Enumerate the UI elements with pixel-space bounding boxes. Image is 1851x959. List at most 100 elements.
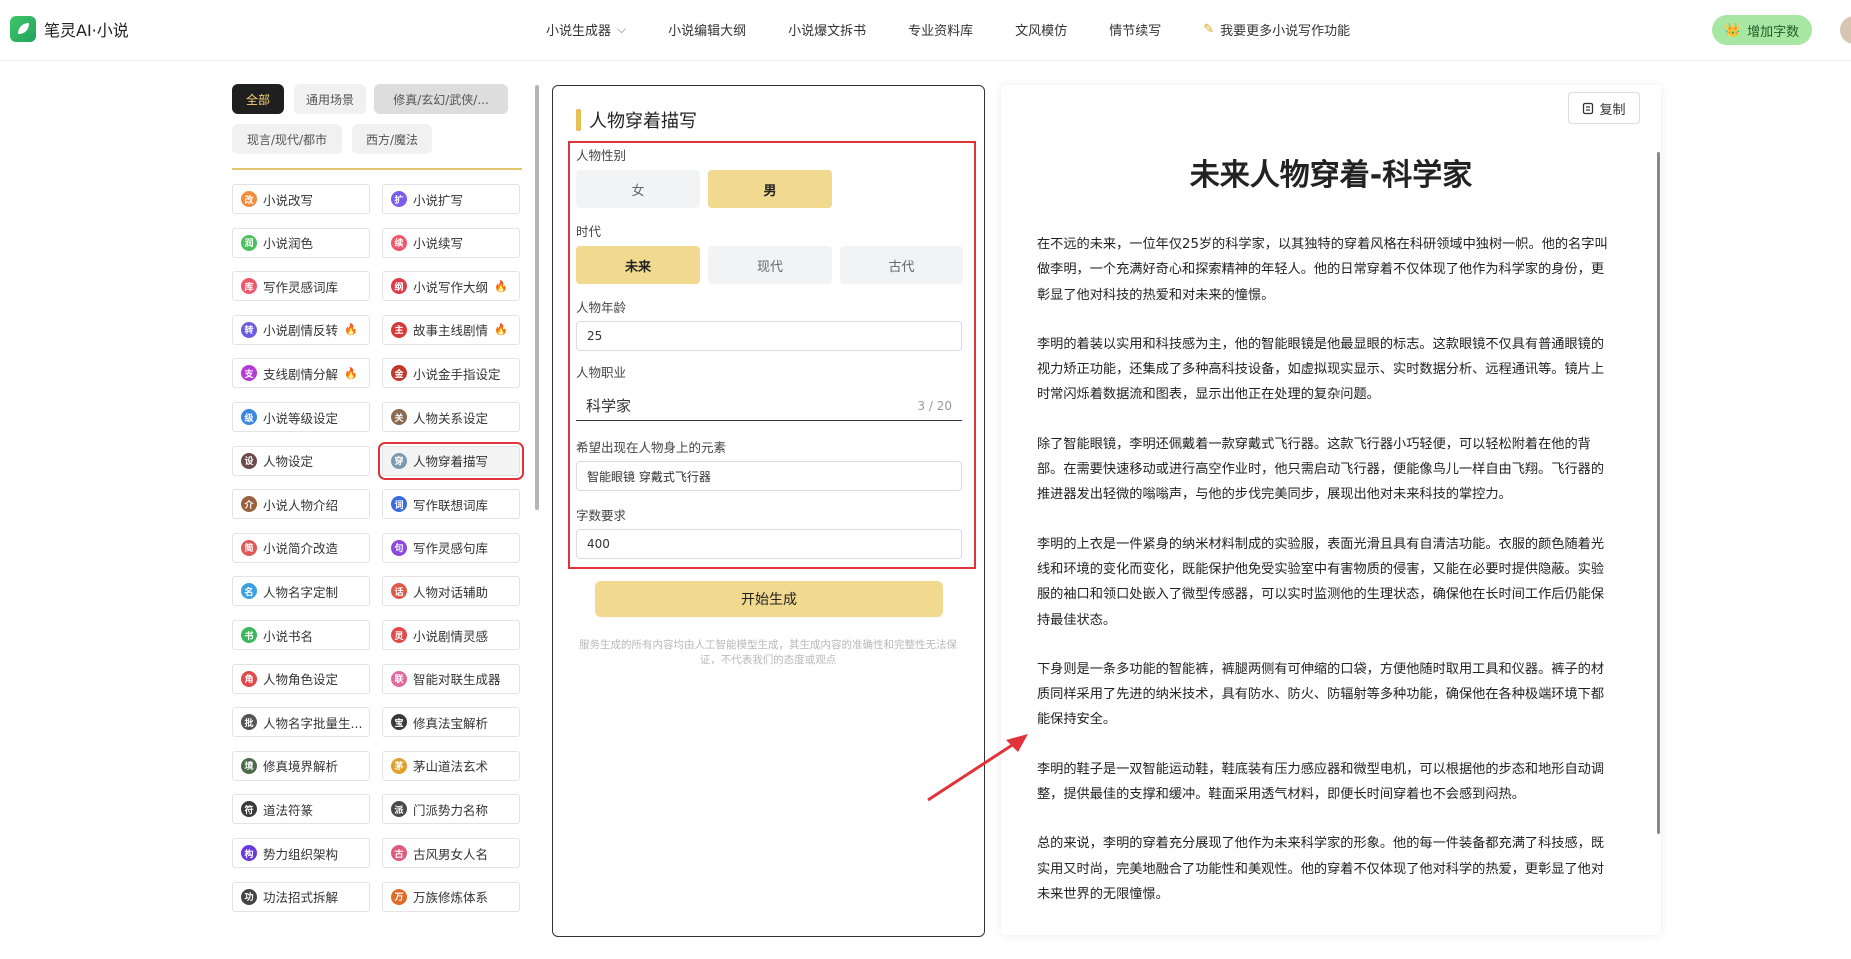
tool-item[interactable]: 关人物关系设定: [382, 402, 520, 432]
tool-item[interactable]: 级小说等级设定: [232, 402, 370, 432]
era-option-modern[interactable]: 现代: [708, 246, 832, 284]
tool-item[interactable]: 批人物名字批量生...: [232, 707, 370, 738]
tool-item[interactable]: 主故事主线剧情 🔥: [382, 314, 520, 345]
filter-chip-1[interactable]: 通用场景: [294, 84, 366, 114]
tool-item[interactable]: 灵小说剧情灵感: [382, 620, 520, 650]
tool-item[interactable]: 设人物设定: [232, 445, 370, 476]
add-words-button[interactable]: 👑 增加字数: [1712, 15, 1812, 45]
tool-label: 道法符篆: [263, 802, 314, 818]
filter-chip-4[interactable]: 西方/魔法: [352, 124, 432, 154]
tool-label: 人物名字批量生...: [263, 715, 363, 731]
tool-icon: 境: [241, 757, 257, 774]
tool-icon: 纲: [391, 278, 407, 295]
tool-item[interactable]: 续小说续写: [382, 227, 520, 258]
tool-label: 万族修炼体系: [413, 890, 489, 906]
brand[interactable]: 笔灵AI·小说: [10, 16, 129, 42]
tool-item[interactable]: 派门派势力名称: [382, 794, 520, 825]
gender-option-female[interactable]: 女: [576, 170, 700, 208]
word-count-input[interactable]: 400: [576, 529, 962, 559]
nav-item-2[interactable]: 小说爆文拆书: [788, 20, 866, 39]
tool-item[interactable]: 转小说剧情反转 🔥: [232, 314, 370, 345]
pencil-icon: ✎: [1203, 22, 1215, 37]
elements-input[interactable]: 智能眼镜 穿戴式飞行器: [576, 461, 962, 491]
copy-button[interactable]: 复制: [1568, 92, 1640, 124]
tool-label: 小说等级设定: [263, 410, 339, 426]
tool-icon: 符: [241, 801, 257, 818]
tool-label: 支线剧情分解: [263, 366, 339, 382]
result-title: 未来人物穿着-科学家: [1189, 158, 1473, 193]
tool-item[interactable]: 联智能对联生成器: [382, 663, 520, 694]
era-option-ancient[interactable]: 古代: [840, 246, 963, 284]
tool-icon: 灵: [391, 627, 407, 643]
tool-icon: 转: [241, 321, 257, 338]
tool-item[interactable]: 茅茅山道法玄术: [382, 750, 520, 781]
tool-icon: 库: [241, 278, 257, 295]
result-paragraph: 李明的上衣是一件紧身的纳米材料制成的实验服，表面光滑且具有自清洁功能。衣服的颜色…: [1037, 536, 1605, 628]
tool-item[interactable]: 话人物对话辅助: [382, 576, 520, 607]
filter-chip-2[interactable]: 修真/玄幻/武侠/...: [374, 84, 508, 114]
tool-label: 小说人物介绍: [263, 497, 339, 513]
tool-item[interactable]: 宝修真法宝解析: [382, 707, 520, 738]
era-label: 时代: [576, 224, 602, 239]
filter-chip-3[interactable]: 现言/现代/都市: [232, 124, 342, 154]
nav-item-3[interactable]: 专业资料库: [908, 20, 973, 39]
tool-label: 小说润色: [263, 236, 314, 252]
tool-label: 势力组织架构: [263, 846, 339, 862]
avatar[interactable]: [1840, 16, 1851, 44]
result-paragraph: 除了智能眼镜，李明还佩戴着一款穿戴式飞行器。这款飞行器小巧轻便，可以轻松附着在他…: [1037, 436, 1605, 503]
tool-item[interactable]: 库写作灵感词库: [232, 271, 370, 302]
crown-icon: 👑: [1724, 22, 1742, 38]
tool-item[interactable]: 名人物名字定制: [232, 576, 370, 607]
add-words-label: 增加字数: [1747, 24, 1800, 40]
tool-label: 人物对话辅助: [413, 584, 489, 600]
tool-label: 智能对联生成器: [413, 672, 501, 688]
tool-icon: 联: [391, 670, 407, 687]
age-input[interactable]: 25: [576, 321, 962, 351]
tool-item[interactable]: 角人物角色设定: [232, 663, 370, 694]
tool-icon: 润: [241, 234, 257, 251]
tool-item[interactable]: 金小说金手指设定: [382, 358, 520, 389]
tool-item[interactable]: 句写作灵感句库: [382, 532, 520, 563]
tool-label: 小说剧情灵感: [413, 628, 489, 644]
era-option-future[interactable]: 未来: [576, 246, 700, 284]
tool-item[interactable]: 润小说润色: [232, 227, 370, 258]
tool-item[interactable]: 书小说书名: [232, 620, 370, 650]
tool-icon: 角: [241, 670, 257, 687]
gender-option-male[interactable]: 男: [708, 170, 832, 208]
tool-icon: 级: [241, 409, 257, 425]
tool-item[interactable]: 改小说改写: [232, 184, 370, 214]
tool-label: 修真法宝解析: [413, 715, 489, 731]
tool-item[interactable]: 境修真境界解析: [232, 750, 370, 781]
tool-item[interactable]: 穿人物穿着描写: [378, 441, 524, 480]
tool-label: 小说金手指设定: [413, 366, 501, 382]
tool-item[interactable]: 符道法符篆: [232, 794, 370, 825]
tool-item[interactable]: 支支线剧情分解 🔥: [232, 358, 370, 389]
result-scrollbar[interactable]: [1657, 152, 1660, 834]
filter-chip-0[interactable]: 全部: [232, 84, 284, 114]
tool-label: 人物设定: [263, 454, 314, 470]
tool-item[interactable]: 功功法招式拆解: [232, 881, 370, 912]
nav-item-0[interactable]: 小说生成器 ⌵: [546, 20, 626, 39]
generate-button[interactable]: 开始生成: [595, 581, 943, 617]
nav-item-1[interactable]: 小说编辑大纲: [668, 20, 746, 39]
hot-fire-icon: 🔥: [344, 366, 358, 380]
tool-icon: 改: [241, 191, 257, 207]
nav-item-5[interactable]: 情节续写: [1109, 20, 1161, 39]
tool-item[interactable]: 构势力组织架构: [232, 838, 370, 868]
tool-item[interactable]: 纲小说写作大纲 🔥: [382, 271, 520, 302]
tool-item[interactable]: 简小说简介改造: [232, 532, 370, 563]
tool-icon: 批: [241, 714, 257, 731]
tool-label: 门派势力名称: [413, 802, 489, 818]
tool-label: 小说改写: [263, 192, 314, 208]
hot-fire-icon: 🔥: [344, 323, 358, 337]
tool-item[interactable]: 万万族修炼体系: [382, 881, 520, 912]
nav-item-6[interactable]: ✎ 我要更多小说写作功能: [1203, 20, 1350, 39]
tool-icon: 支: [241, 365, 257, 382]
job-input[interactable]: 科学家 3 / 20: [576, 391, 962, 421]
tool-item[interactable]: 扩小说扩写: [382, 184, 520, 214]
tool-item[interactable]: 古古风男女人名: [382, 838, 520, 868]
tool-item[interactable]: 词写作联想词库: [382, 489, 520, 520]
nav-item-4[interactable]: 文风模仿: [1015, 20, 1067, 39]
sidebar-scrollbar[interactable]: [535, 85, 539, 510]
tool-item[interactable]: 介小说人物介绍: [232, 489, 370, 520]
